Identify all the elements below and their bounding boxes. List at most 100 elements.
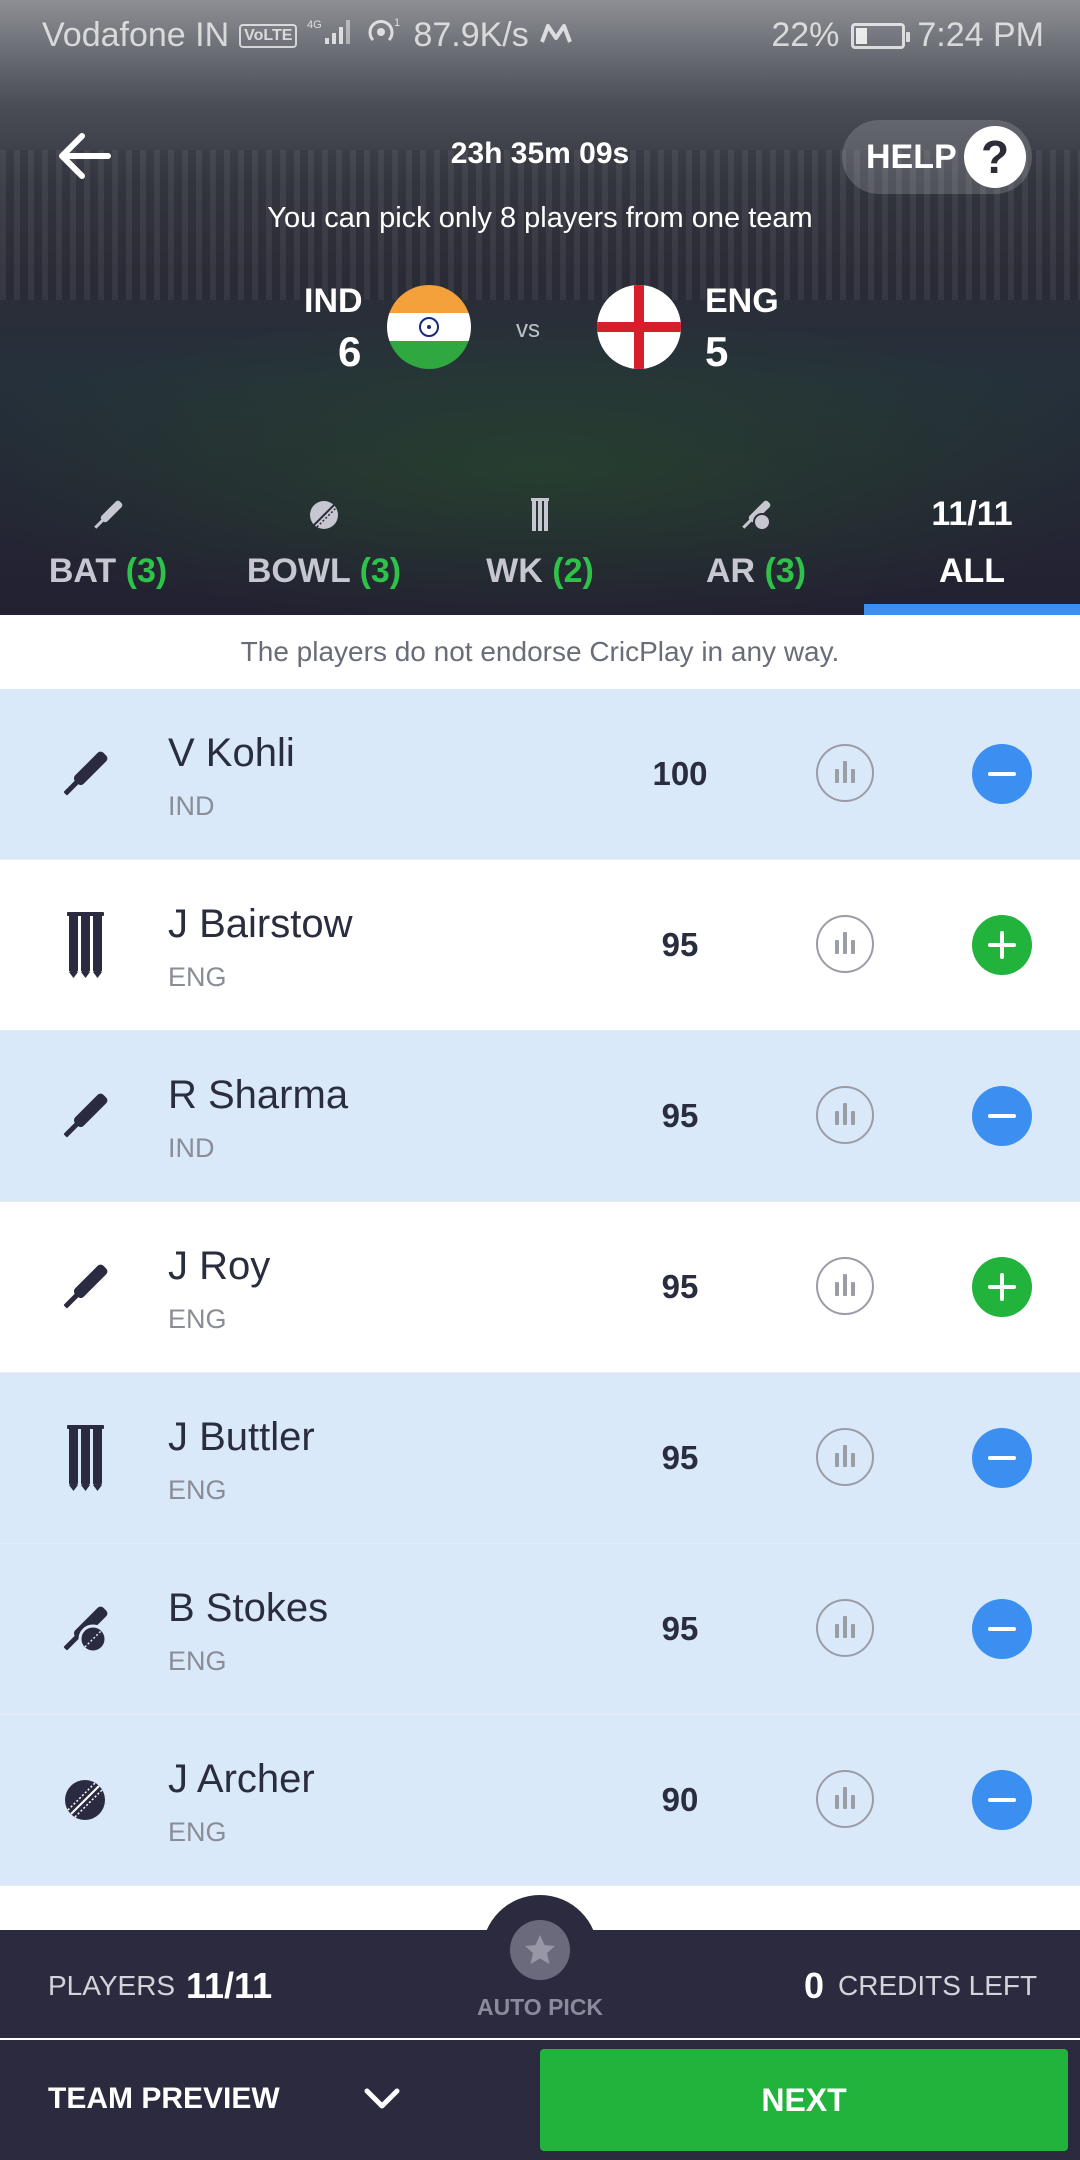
player-name: J Buttler: [168, 1415, 315, 1459]
player-team: ENG: [168, 1646, 227, 1676]
team-preview-button[interactable]: TEAM PREVIEW: [0, 2040, 540, 2160]
player-credits: 95: [661, 1097, 699, 1134]
team-preview-label: TEAM PREVIEW: [48, 2082, 280, 2115]
player-credits: 95: [661, 1268, 699, 1305]
stats-button[interactable]: [816, 915, 874, 973]
player-name: J Bairstow: [168, 902, 353, 946]
remove-player-button[interactable]: [972, 744, 1032, 804]
player-name: V Kohli: [168, 731, 295, 775]
auto-pick-label: AUTO PICK: [476, 1994, 604, 2020]
tab-count: (3): [125, 552, 168, 590]
player-name: J Roy: [168, 1244, 271, 1288]
stats-button[interactable]: [816, 1770, 874, 1828]
chevron-down-icon: [364, 2088, 400, 2109]
remove-player-button[interactable]: [972, 1428, 1032, 1488]
player-list: V Kohli IND 100 J Bairstow ENG 95 R Sharma IND 9…: [0, 689, 1080, 1930]
player-row[interactable]: B Stokes ENG 95: [0, 1544, 1080, 1715]
allrounder-icon: [50, 1594, 120, 1664]
credits-left-value: 0: [804, 1965, 825, 2006]
tab-label: WK: [486, 552, 543, 590]
player-row[interactable]: J Archer ENG 90: [0, 1715, 1080, 1886]
players-count: 11/11: [186, 1965, 273, 2006]
tab-bat[interactable]: BAT (3): [0, 495, 216, 615]
tab-ar[interactable]: AR (3): [648, 495, 864, 615]
player-row[interactable]: J Buttler ENG 95: [0, 1373, 1080, 1544]
signal-icon: 4G: [307, 16, 353, 55]
player-team: ENG: [168, 1304, 227, 1334]
bat-icon: [50, 1252, 120, 1322]
tab-label: AR: [705, 552, 756, 590]
player-name: R Sharma: [168, 1073, 349, 1117]
player-credits: 95: [661, 926, 699, 963]
stumps-icon: [50, 910, 120, 980]
question-icon: ?: [964, 126, 1026, 188]
bat-icon: [50, 1081, 120, 1151]
stats-button[interactable]: [816, 1599, 874, 1657]
player-row[interactable]: R Sharma IND 95: [0, 1031, 1080, 1202]
team-limit-notice: You can pick only 8 players from one tea…: [267, 202, 813, 234]
hotspot-icon: 1: [363, 16, 403, 55]
player-credits: 95: [661, 1439, 699, 1476]
selected-ratio: 11/11: [931, 495, 1013, 533]
disclaimer-text: The players do not endorse CricPlay in a…: [0, 615, 1080, 689]
player-team: ENG: [168, 1475, 227, 1505]
player-row[interactable]: V Kohli IND 100: [0, 689, 1080, 860]
remove-player-button[interactable]: [972, 1770, 1032, 1830]
stumps-icon: [432, 495, 648, 535]
app-notification-icon: [539, 16, 573, 55]
bat-icon: [0, 495, 216, 535]
allrounder-icon: [648, 495, 864, 535]
add-player-button[interactable]: [972, 915, 1032, 975]
remove-player-button[interactable]: [972, 1086, 1032, 1146]
tab-all[interactable]: 11/11 ALL: [864, 495, 1080, 615]
team1-count: 6: [338, 328, 362, 375]
carrier-name: Vodafone IN: [42, 16, 230, 54]
player-team: ENG: [168, 962, 227, 992]
star-icon: [510, 1920, 570, 1980]
stats-button[interactable]: [816, 744, 874, 802]
ball-icon: [216, 495, 432, 535]
england-flag-icon: [597, 285, 681, 369]
india-flag-icon: [387, 285, 471, 369]
status-bar: Vodafone IN VoLTE 4G 1 87.9K/s 22% 7:24 …: [0, 0, 1080, 72]
player-name: J Archer: [168, 1757, 315, 1801]
player-credits: 90: [661, 1781, 699, 1818]
versus-label: vs: [516, 316, 540, 343]
player-row[interactable]: J Roy ENG 95: [0, 1202, 1080, 1373]
role-tabs: BAT (3) BOWL (3) WK (2) AR (3) 11/11 ALL: [0, 495, 1080, 615]
tab-label: BAT: [48, 552, 117, 590]
stumps-icon: [50, 1423, 120, 1493]
team2-count: 5: [705, 328, 729, 375]
credits-left-label: CREDITS LEFT: [838, 1970, 1038, 2001]
next-button[interactable]: NEXT: [540, 2049, 1068, 2151]
tab-label: BOWL: [246, 552, 351, 590]
stats-button[interactable]: [816, 1257, 874, 1315]
team1-name: IND: [304, 282, 363, 320]
add-player-button[interactable]: [972, 1257, 1032, 1317]
remove-player-button[interactable]: [972, 1599, 1032, 1659]
player-credits: 100: [652, 755, 708, 792]
player-row[interactable]: J Bairstow ENG 95: [0, 860, 1080, 1031]
tab-label: ALL: [938, 552, 1006, 590]
team2-name: ENG: [705, 282, 779, 320]
battery-icon: [851, 22, 911, 49]
tab-wk[interactable]: WK (2): [432, 495, 648, 615]
svg-text:1: 1: [394, 17, 400, 29]
player-credits: 95: [661, 1610, 699, 1647]
volte-badge: VoLTE: [239, 23, 298, 48]
bat-icon: [50, 739, 120, 809]
help-label: HELP: [866, 137, 957, 176]
active-tab-indicator: [864, 604, 1080, 615]
tab-bowl[interactable]: BOWL (3): [216, 495, 432, 615]
battery-percent: 22%: [771, 16, 840, 54]
help-button[interactable]: HELP ?: [842, 120, 1032, 194]
player-team: ENG: [168, 1817, 227, 1847]
network-type: 4G: [307, 19, 322, 31]
stats-button[interactable]: [816, 1428, 874, 1486]
players-label: PLAYERS: [48, 1970, 176, 2001]
tab-count: (3): [764, 552, 807, 590]
ball-icon: [50, 1765, 120, 1835]
network-speed: 87.9K/s: [413, 16, 529, 54]
stats-button[interactable]: [816, 1086, 874, 1144]
tab-count: (3): [359, 552, 402, 590]
